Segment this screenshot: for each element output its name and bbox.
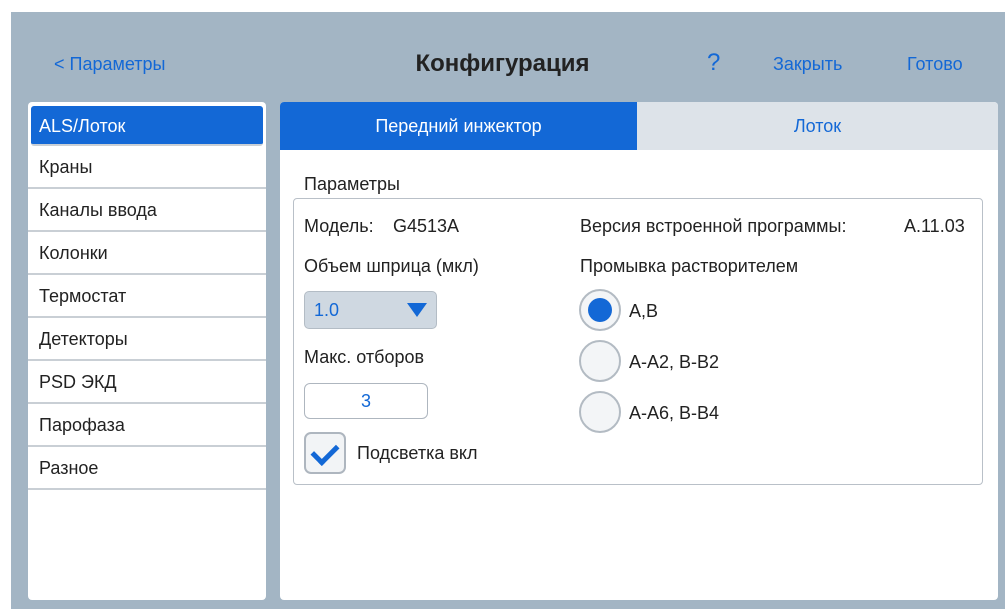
- section-title: Параметры: [304, 174, 400, 194]
- solvent-option-a6-b4-label: A-A6, B-B4: [629, 403, 720, 423]
- sidebar-item-psd-ekd[interactable]: PSD ЭКД: [28, 361, 266, 404]
- syringe-volume-value: 1.0: [314, 300, 340, 320]
- solvent-option-ab-label: A,B: [629, 301, 659, 321]
- backlight-label: Подсветка вкл: [357, 443, 478, 463]
- solvent-option-a2-b2-label: A-A2, B-B2: [629, 352, 720, 372]
- max-draws-field[interactable]: 3: [304, 383, 428, 419]
- solvent-radio-a2-b2[interactable]: [579, 340, 621, 382]
- chevron-down-icon: [407, 303, 427, 317]
- sidebar-item-als-tray[interactable]: ALS/Лоток: [31, 106, 263, 146]
- model-value: G4513A: [393, 216, 460, 236]
- close-button[interactable]: Закрыть: [773, 54, 842, 75]
- firmware-label: Версия встроенной программы:: [580, 216, 847, 236]
- sidebar-item-inlets[interactable]: Каналы ввода: [28, 189, 266, 232]
- firmware-value: A.11.03: [904, 216, 965, 236]
- backlight-checkbox[interactable]: [304, 432, 346, 474]
- back-to-parameters-link[interactable]: < Параметры: [54, 54, 165, 75]
- tab-tray[interactable]: Лоток: [637, 102, 998, 150]
- syringe-volume-label: Объем шприца (мкл): [304, 256, 479, 276]
- sidebar-item-valves[interactable]: Краны: [28, 146, 266, 189]
- sidebar: ALS/Лоток Краны Каналы ввода Колонки Тер…: [28, 102, 266, 600]
- sidebar-item-detectors[interactable]: Детекторы: [28, 318, 266, 361]
- parameters-group-box: [293, 198, 983, 485]
- sidebar-item-misc[interactable]: Разное: [28, 447, 266, 490]
- solvent-radio-ab[interactable]: [579, 289, 621, 331]
- tab-bar: Передний инжектор Лоток: [280, 102, 998, 150]
- main-panel: Передний инжектор Лоток Параметры Модель…: [280, 102, 998, 600]
- sidebar-item-headspace[interactable]: Парофаза: [28, 404, 266, 447]
- max-draws-label: Макс. отборов: [304, 347, 425, 367]
- checkmark-icon: [310, 437, 340, 466]
- solvent-radio-a6-b4[interactable]: [579, 391, 621, 433]
- syringe-volume-dropdown[interactable]: 1.0: [304, 291, 437, 329]
- help-icon[interactable]: ?: [707, 49, 720, 77]
- model-label: Модель:: [304, 216, 374, 236]
- done-button[interactable]: Готово: [907, 54, 963, 75]
- tab-front-injector[interactable]: Передний инжектор: [280, 102, 637, 150]
- solvent-wash-label: Промывка растворителем: [580, 256, 799, 276]
- radio-selected-dot: [588, 298, 612, 322]
- sidebar-item-columns[interactable]: Колонки: [28, 232, 266, 275]
- sidebar-item-oven[interactable]: Термостат: [28, 275, 266, 318]
